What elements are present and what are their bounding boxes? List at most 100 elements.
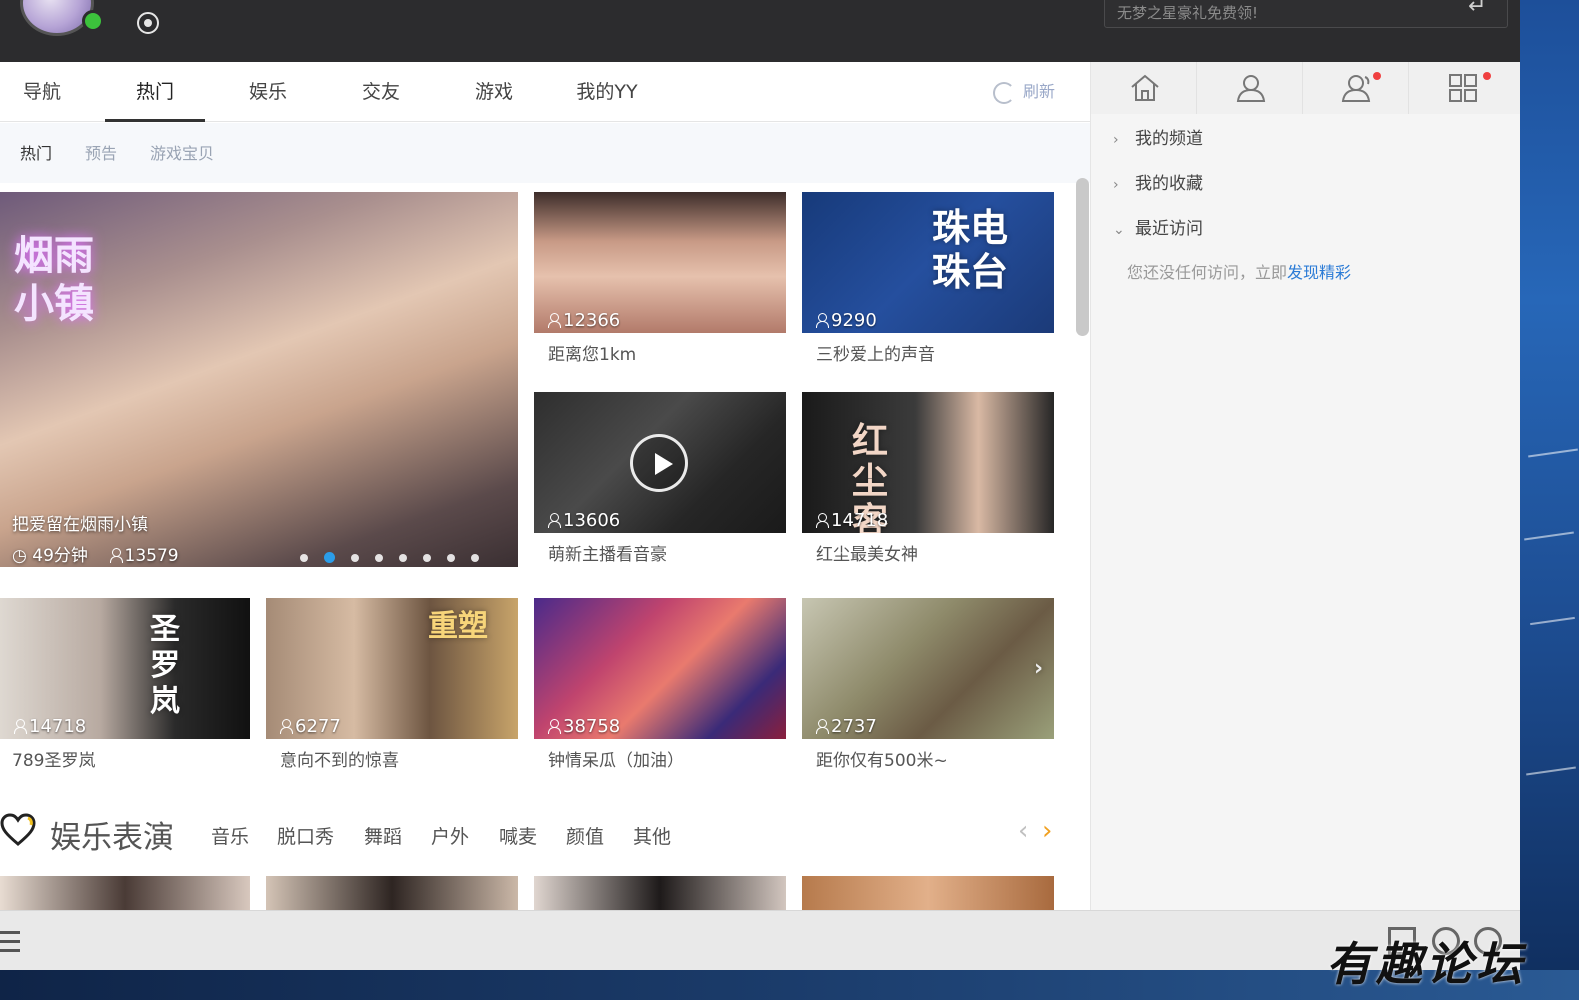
hero-banner[interactable]: 烟雨小镇 把爱留在烟雨小镇 ◷ 49分钟 13579: [0, 192, 518, 567]
stream-tile[interactable]: 珠电珠台 9290: [802, 192, 1054, 333]
menu-icon[interactable]: [0, 931, 20, 952]
refresh-icon: [993, 81, 1015, 104]
subtab-hot[interactable]: 热门: [20, 140, 52, 164]
side-item-label: 最近访问: [1135, 219, 1203, 239]
refresh-button[interactable]: 刷新: [993, 78, 1055, 106]
section-tab-dance[interactable]: 舞蹈: [364, 822, 402, 849]
next-arrow-icon[interactable]: ›: [1042, 816, 1052, 846]
stream-tile[interactable]: [534, 876, 786, 910]
yy-app-window: 无梦之星豪礼免费领! ↵ 导航 热门 娱乐 交友 游戏 我的YY 刷新 热门 预…: [0, 0, 1520, 970]
stream-tile[interactable]: [0, 876, 250, 910]
section-tab-talkshow[interactable]: 脱口秀: [277, 822, 334, 849]
section-tab-looks[interactable]: 颜值: [566, 822, 604, 849]
stream-tile[interactable]: 红尘客 14718: [802, 392, 1054, 533]
stream-caption[interactable]: 距你仅有500米~: [816, 746, 948, 771]
tab-nav[interactable]: 导航: [0, 62, 92, 122]
stream-tile[interactable]: [802, 876, 1054, 910]
person-icon: [816, 313, 829, 328]
tab-hot[interactable]: 热门: [105, 62, 205, 122]
hero-deco-text: 烟雨小镇: [14, 233, 94, 327]
carousel-dot[interactable]: [300, 554, 308, 562]
viewer-count: 2737: [816, 716, 877, 737]
empty-message: 您还没任何访问，立即: [1127, 263, 1288, 282]
notification-dot: [1483, 72, 1491, 80]
eye-icon[interactable]: [137, 12, 159, 34]
stream-tile[interactable]: 38758: [534, 598, 786, 739]
stream-tile[interactable]: 圣罗岚 14718: [0, 598, 250, 739]
stream-tile[interactable]: 12366: [534, 192, 786, 333]
carousel-dot[interactable]: [447, 554, 455, 562]
carousel-dots[interactable]: [300, 547, 518, 563]
contacts-button[interactable]: [1197, 62, 1303, 114]
notification-dot: [1373, 72, 1381, 80]
main-content: 导航 热门 娱乐 交友 游戏 我的YY 刷新 热门 预告 游戏宝贝 烟雨小镇 把…: [0, 62, 1090, 910]
section-tab-outdoor[interactable]: 户外: [431, 822, 469, 849]
hero-meta: ◷ 49分钟 13579: [12, 541, 179, 566]
chevron-right-icon: ›: [1113, 132, 1119, 148]
viewer-count-value: 12366: [563, 310, 621, 331]
tab-entertainment[interactable]: 娱乐: [218, 62, 318, 122]
friends-button[interactable]: [1303, 62, 1409, 114]
stream-caption[interactable]: 意向不到的惊喜: [280, 746, 399, 771]
carousel-dot[interactable]: [399, 554, 407, 562]
apps-button[interactable]: [1409, 62, 1515, 114]
stream-tile[interactable]: 13606: [534, 392, 786, 533]
tab-my-yy[interactable]: 我的YY: [557, 62, 657, 122]
viewer-count: 13606: [548, 510, 620, 531]
stream-caption[interactable]: 三秒爱上的声音: [816, 340, 935, 365]
discover-link[interactable]: 发现精彩: [1287, 263, 1351, 282]
play-icon[interactable]: [630, 434, 688, 492]
carousel-dot[interactable]: [471, 554, 479, 562]
enter-icon[interactable]: ↵: [1468, 0, 1486, 19]
viewer-count-value: 14718: [29, 716, 87, 737]
carousel-dot-active[interactable]: [324, 552, 335, 563]
person-icon: [816, 513, 829, 528]
chevron-down-icon: ⌄: [1113, 222, 1125, 238]
person-icon: [548, 513, 561, 528]
viewer-count: 38758: [548, 716, 620, 737]
side-item-recent[interactable]: ⌄ 最近访问: [1113, 214, 1203, 239]
stream-caption[interactable]: 789圣罗岚: [12, 746, 95, 771]
section-tab-music[interactable]: 音乐: [211, 822, 249, 849]
hero-viewers: 13579: [124, 546, 179, 566]
carousel-dot[interactable]: [375, 554, 383, 562]
side-icon-bar: [1091, 62, 1520, 114]
viewer-count: 14718: [816, 510, 888, 531]
search-input[interactable]: 无梦之星豪礼免费领!: [1104, 0, 1508, 28]
desktop-background: [1520, 0, 1579, 1000]
viewer-count-value: 2737: [831, 716, 877, 737]
tab-games[interactable]: 游戏: [444, 62, 544, 122]
stream-caption[interactable]: 红尘最美女神: [816, 540, 918, 565]
side-panel: › 我的频道 › 我的收藏 ⌄ 最近访问 您还没任何访问，立即发现精彩: [1090, 62, 1520, 910]
side-item-favorites[interactable]: › 我的收藏: [1113, 169, 1203, 194]
stream-tile[interactable]: [266, 876, 518, 910]
tile-deco-text: 圣罗岚: [150, 612, 180, 719]
online-status-icon: [82, 10, 104, 32]
subtab-game-babe[interactable]: 游戏宝贝: [150, 140, 214, 164]
hero-duration: 49分钟: [32, 546, 88, 566]
sub-tabs: 热门 预告 游戏宝贝: [0, 123, 1090, 183]
stream-caption[interactable]: 钟情呆瓜（加油）: [548, 746, 684, 771]
section-tab-other[interactable]: 其他: [633, 822, 671, 849]
person-icon: [548, 313, 561, 328]
carousel-dot[interactable]: [351, 554, 359, 562]
tab-friends[interactable]: 交友: [331, 62, 431, 122]
subtab-preview[interactable]: 预告: [85, 140, 117, 164]
person-icon: [816, 719, 829, 734]
scrollbar[interactable]: [1076, 178, 1089, 336]
friends-icon: [1341, 75, 1371, 102]
home-icon: [1131, 74, 1159, 101]
viewer-count-value: 14718: [831, 510, 889, 531]
clock-icon: ◷: [12, 546, 27, 566]
stream-caption[interactable]: 萌新主播看音豪: [548, 540, 667, 565]
carousel-dot[interactable]: [423, 554, 431, 562]
viewer-count: 12366: [548, 310, 620, 331]
side-item-my-channels[interactable]: › 我的频道: [1113, 124, 1203, 149]
next-arrow-icon[interactable]: ›: [1034, 656, 1043, 681]
stream-caption[interactable]: 距离您1km: [548, 340, 636, 365]
stream-tile[interactable]: 重塑 6277: [266, 598, 518, 739]
prev-arrow-icon[interactable]: ‹: [1018, 816, 1028, 846]
home-button[interactable]: [1091, 62, 1197, 114]
stream-tile[interactable]: › 2737: [802, 598, 1054, 739]
section-tab-shout[interactable]: 喊麦: [499, 822, 537, 849]
